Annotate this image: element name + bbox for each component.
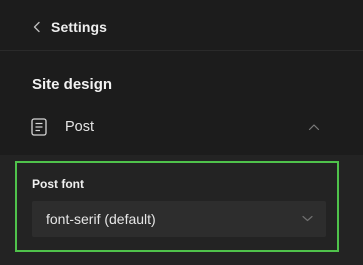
chevron-down-icon (302, 215, 313, 222)
chevron-left-icon (33, 21, 40, 33)
document-icon (31, 118, 47, 136)
post-font-select[interactable]: font-serif (default) (32, 201, 326, 237)
chevron-up-icon (308, 124, 320, 131)
post-font-label: Post font (32, 177, 84, 191)
post-font-selected-value: font-serif (default) (46, 211, 156, 227)
post-section-toggle[interactable]: Post (0, 110, 363, 146)
post-section-label: Post (65, 119, 95, 135)
back-to-settings-button[interactable]: Settings (31, 16, 107, 38)
header-divider (0, 50, 363, 51)
section-title: Site design (32, 76, 113, 93)
back-label: Settings (51, 19, 108, 35)
